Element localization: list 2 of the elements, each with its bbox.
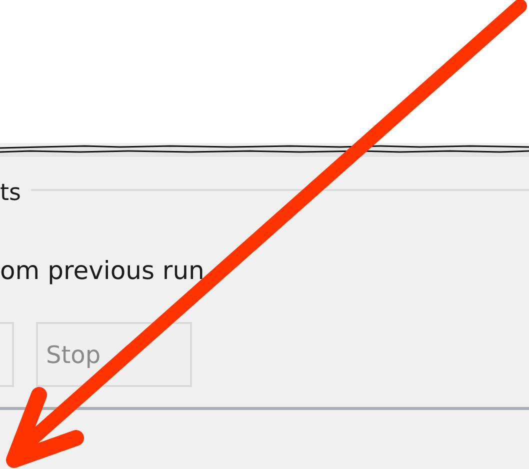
group-label: ts: [0, 179, 22, 208]
option-label[interactable]: om previous run: [0, 256, 204, 285]
